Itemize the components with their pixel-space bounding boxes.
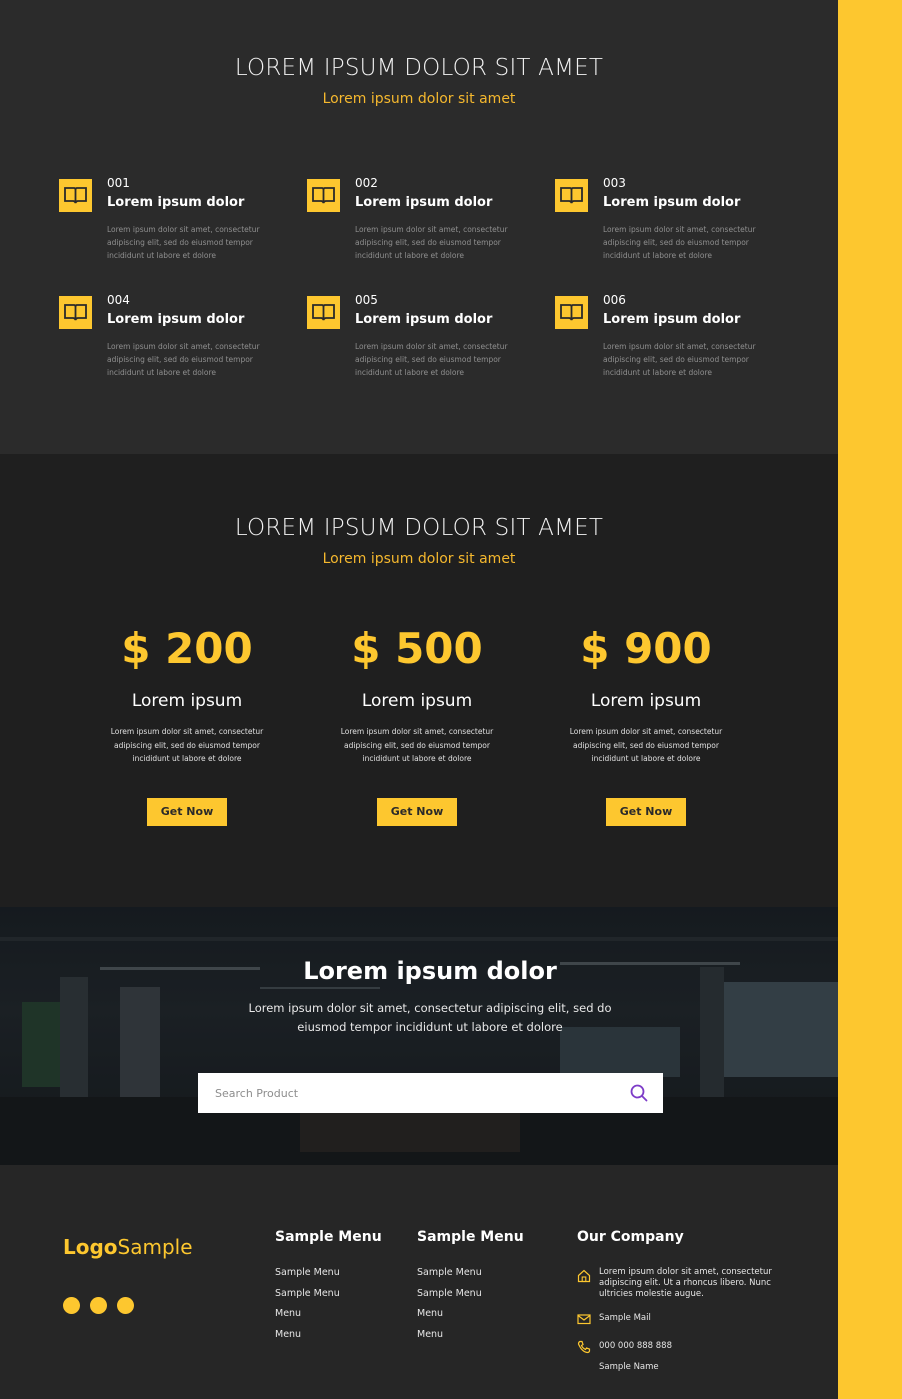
- logo-light-text: Sample: [117, 1235, 193, 1259]
- feature-title: Lorem ipsum dolor: [355, 195, 493, 210]
- footer-menu-column: Sample Menu Sample Menu Sample Menu Menu…: [417, 1229, 524, 1341]
- search-icon[interactable]: [629, 1083, 649, 1103]
- feature-desc: Lorem ipsum dolor sit amet, consectetur …: [107, 342, 260, 377]
- hero-title: Lorem ipsum dolor: [303, 957, 557, 985]
- footer-menu-link[interactable]: Sample Menu: [417, 1267, 524, 1280]
- footer-menu-link[interactable]: Menu: [275, 1308, 382, 1321]
- plan-price: $ 200: [121, 624, 253, 673]
- feature-number: 006: [603, 293, 626, 307]
- feature-item: 004 Lorem ipsum dolor Lorem ipsum dolor …: [59, 293, 279, 406]
- plan-price: $ 500: [351, 624, 483, 673]
- plan-desc: Lorem ipsum dolor sit amet, consectetur …: [569, 727, 723, 763]
- book-icon: [307, 296, 340, 329]
- footer-menu-link[interactable]: Menu: [275, 1329, 382, 1342]
- get-now-button[interactable]: Get Now: [147, 797, 227, 826]
- feature-item: 001 Lorem ipsum dolor Lorem ipsum dolor …: [59, 176, 279, 289]
- footer-menu-heading: Sample Menu: [417, 1229, 524, 1245]
- plan-name: Lorem ipsum: [361, 691, 473, 711]
- company-name-text: Sample Name: [599, 1362, 659, 1372]
- feature-title: Lorem ipsum dolor: [107, 195, 245, 210]
- mail-icon: [577, 1312, 591, 1326]
- search-bar: [198, 1073, 663, 1113]
- plan-name: Lorem ipsum: [590, 691, 702, 711]
- feature-item: 003 Lorem ipsum dolor Lorem ipsum dolor …: [555, 176, 775, 289]
- feature-number: 001: [107, 176, 130, 190]
- plan-name: Lorem ipsum: [131, 691, 243, 711]
- footer: LogoSample Sample Menu Sample Menu Sampl…: [0, 1165, 838, 1399]
- book-icon: [555, 179, 588, 212]
- book-icon: [59, 296, 92, 329]
- pricing-plan: $ 200 Lorem ipsum Lorem ipsum dolor sit …: [87, 624, 287, 826]
- address-line: adipiscing elit. Ut a rhoncus libero. Nu…: [599, 1278, 771, 1288]
- footer-menu-link[interactable]: Sample Menu: [275, 1267, 382, 1280]
- feature-title: Lorem ipsum dolor: [355, 312, 493, 327]
- hero-description: Lorem ipsum dolor sit amet, consectetur …: [248, 1001, 612, 1034]
- footer-menu-link[interactable]: Menu: [417, 1308, 524, 1321]
- company-heading: Our Company: [577, 1229, 684, 1245]
- feature-number: 002: [355, 176, 378, 190]
- pricing-plan: $ 500 Lorem ipsum Lorem ipsum dolor sit …: [317, 624, 517, 826]
- pricing-section: LOREM IPSUM DOLOR SIT AMET Lorem ipsum d…: [0, 454, 838, 907]
- company-mail[interactable]: Sample Mail: [577, 1312, 787, 1326]
- footer-menu-link[interactable]: Sample Menu: [417, 1288, 524, 1301]
- footer-menu-link[interactable]: Sample Menu: [275, 1288, 382, 1301]
- features-title: LOREM IPSUM DOLOR SIT AMET: [234, 55, 604, 81]
- feature-item: 005 Lorem ipsum dolor Lorem ipsum dolor …: [307, 293, 527, 406]
- get-now-button[interactable]: Get Now: [606, 797, 686, 826]
- logo[interactable]: LogoSample: [63, 1235, 193, 1259]
- feature-desc: Lorem ipsum dolor sit amet, consectetur …: [355, 342, 508, 377]
- social-dots: [63, 1297, 144, 1318]
- footer-company-column: Our Company Lorem ipsum dolor sit amet, …: [577, 1229, 787, 1372]
- address-line: Lorem ipsum dolor sit amet, consectetur: [599, 1267, 772, 1277]
- feature-title: Lorem ipsum dolor: [603, 312, 741, 327]
- feature-desc: Lorem ipsum dolor sit amet, consectetur …: [603, 225, 756, 260]
- pricing-subtitle: Lorem ipsum dolor sit amet: [322, 551, 516, 567]
- book-icon: [59, 179, 92, 212]
- right-accent-strip: [838, 0, 902, 1399]
- feature-item: 006 Lorem ipsum dolor Lorem ipsum dolor …: [555, 293, 775, 406]
- mail-text: Sample Mail: [599, 1313, 651, 1323]
- plan-price: $ 900: [580, 624, 712, 673]
- logo-bold-text: Logo: [63, 1235, 118, 1259]
- search-input[interactable]: [198, 1073, 618, 1113]
- pricing-plan: $ 900 Lorem ipsum Lorem ipsum dolor sit …: [546, 624, 746, 826]
- hero-search-section: Lorem ipsum dolor Lorem ipsum dolor sit …: [0, 907, 838, 1165]
- home-icon: [577, 1269, 591, 1283]
- plan-desc: Lorem ipsum dolor sit amet, consectetur …: [340, 727, 494, 763]
- feature-desc: Lorem ipsum dolor sit amet, consectetur …: [107, 225, 260, 260]
- social-dot-icon[interactable]: [63, 1297, 80, 1314]
- footer-menu-column: Sample Menu Sample Menu Sample Menu Menu…: [275, 1229, 382, 1341]
- features-subtitle: Lorem ipsum dolor sit amet: [322, 91, 516, 107]
- feature-title: Lorem ipsum dolor: [603, 195, 741, 210]
- company-address: Lorem ipsum dolor sit amet, consectetur …: [577, 1267, 787, 1301]
- social-dot-icon[interactable]: [90, 1297, 107, 1314]
- feature-item: 002 Lorem ipsum dolor Lorem ipsum dolor …: [307, 176, 527, 289]
- book-icon: [307, 179, 340, 212]
- feature-number: 003: [603, 176, 626, 190]
- pricing-title: LOREM IPSUM DOLOR SIT AMET: [234, 515, 604, 541]
- footer-menu-heading: Sample Menu: [275, 1229, 382, 1245]
- phone-icon: [577, 1340, 591, 1354]
- address-line: ultricies molestie augue.: [599, 1289, 704, 1299]
- book-icon: [555, 296, 588, 329]
- get-now-button[interactable]: Get Now: [377, 797, 457, 826]
- social-dot-icon[interactable]: [117, 1297, 134, 1314]
- feature-desc: Lorem ipsum dolor sit amet, consectetur …: [355, 225, 508, 260]
- feature-number: 005: [355, 293, 378, 307]
- features-section: LOREM IPSUM DOLOR SIT AMET Lorem ipsum d…: [0, 0, 838, 454]
- feature-title: Lorem ipsum dolor: [107, 312, 245, 327]
- footer-menu-link[interactable]: Menu: [417, 1329, 524, 1342]
- phone-text: 000 000 888 888: [599, 1341, 673, 1351]
- company-phone[interactable]: 000 000 888 888: [577, 1340, 787, 1354]
- company-name: Sample Name: [577, 1362, 787, 1376]
- feature-number: 004: [107, 293, 130, 307]
- feature-desc: Lorem ipsum dolor sit amet, consectetur …: [603, 342, 756, 377]
- plan-desc: Lorem ipsum dolor sit amet, consectetur …: [110, 727, 264, 763]
